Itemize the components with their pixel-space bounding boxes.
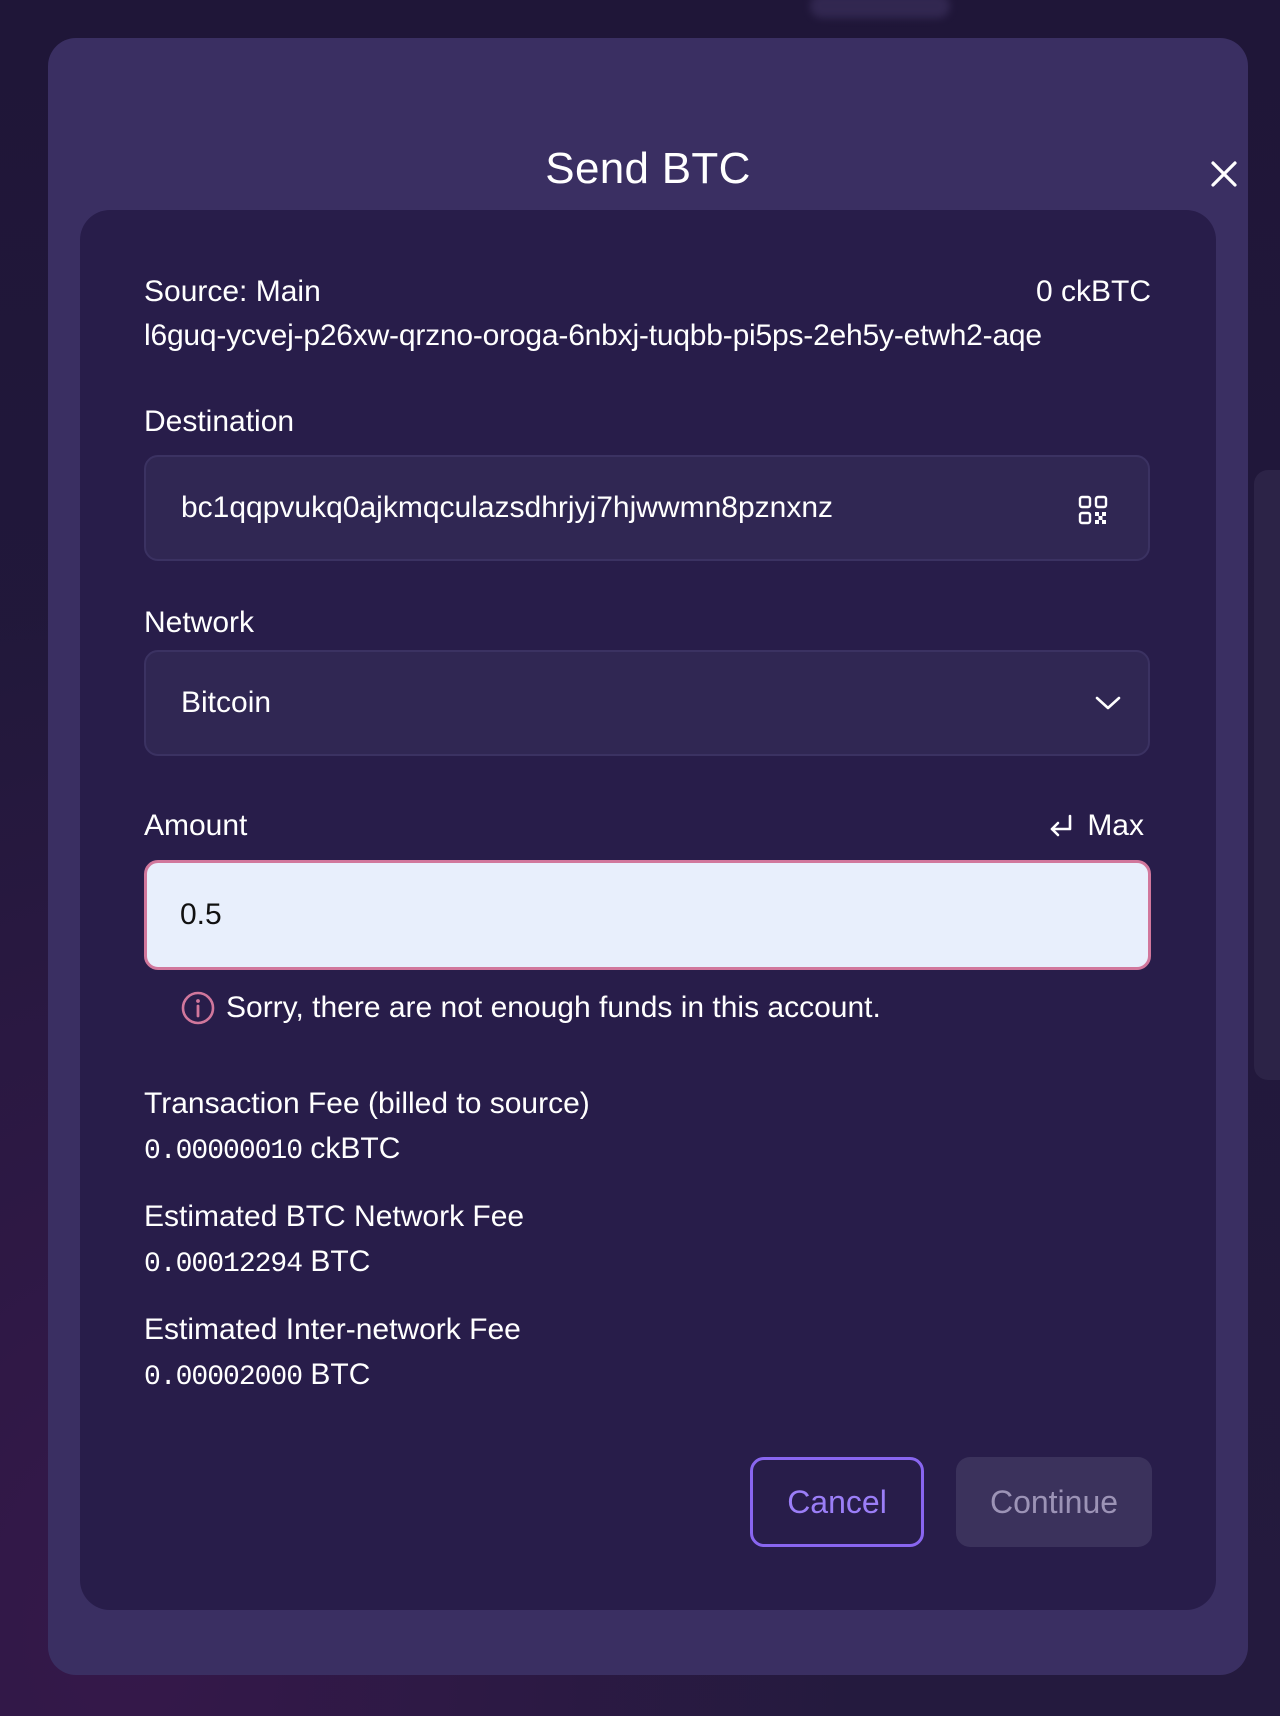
close-button[interactable]: [1204, 154, 1244, 194]
network-selected-value[interactable]: Bitcoin: [181, 652, 271, 754]
transaction-fee-amount: 0.00000010: [144, 1136, 303, 1167]
close-icon: [1211, 161, 1237, 187]
inter-network-fee-value: 0.00002000 BTC: [144, 1357, 370, 1396]
destination-input[interactable]: bc1qqpvukq0ajkmqculazsdhrjyj7hjwwmn8pznx…: [144, 455, 1150, 561]
continue-button[interactable]: Continue: [956, 1457, 1152, 1547]
background-blur-element: [810, 0, 950, 18]
info-icon: [181, 991, 215, 1025]
transaction-fee-label: Transaction Fee (billed to source): [144, 1087, 590, 1120]
source-balance: 0 ckBTC: [1035, 275, 1151, 308]
max-label: Max: [1087, 809, 1144, 842]
amount-input[interactable]: [180, 863, 1120, 967]
inter-network-fee-unit: BTC: [310, 1358, 371, 1391]
amount-error-text: Sorry, there are not enough funds in thi…: [226, 991, 881, 1024]
source-address: l6guq-ycvej-p26xw-qrzno-oroga-6nbxj-tuqb…: [144, 319, 1042, 352]
btc-network-fee-amount: 0.00012294: [144, 1249, 303, 1280]
qr-code-icon[interactable]: [1078, 495, 1108, 525]
chevron-down-icon: [1095, 696, 1121, 710]
transaction-fee-unit: ckBTC: [310, 1132, 401, 1165]
inter-network-fee-amount: 0.00002000: [144, 1362, 303, 1393]
btc-network-fee-label: Estimated BTC Network Fee: [144, 1200, 525, 1233]
amount-field[interactable]: [144, 860, 1151, 970]
cancel-button[interactable]: Cancel: [750, 1457, 924, 1547]
amount-label: Amount: [144, 809, 248, 842]
modal-title: Send BTC: [545, 144, 751, 193]
btc-network-fee-unit: BTC: [310, 1245, 371, 1278]
background-panel-edge: [1254, 470, 1280, 1080]
btc-network-fee-value: 0.00012294 BTC: [144, 1244, 370, 1283]
source-label: Source: Main: [144, 275, 321, 308]
amount-error-message: Sorry, there are not enough funds in thi…: [180, 990, 881, 1026]
destination-value[interactable]: bc1qqpvukq0ajkmqculazsdhrjyj7hjwwmn8pznx…: [181, 457, 833, 559]
network-label: Network: [144, 606, 255, 639]
destination-label: Destination: [144, 405, 295, 438]
return-arrow-icon: [1051, 814, 1072, 837]
max-button[interactable]: Max: [1047, 808, 1144, 844]
inter-network-fee-label: Estimated Inter-network Fee: [144, 1313, 521, 1346]
transaction-fee-value: 0.00000010 ckBTC: [144, 1131, 400, 1170]
network-select[interactable]: Bitcoin: [144, 650, 1150, 756]
